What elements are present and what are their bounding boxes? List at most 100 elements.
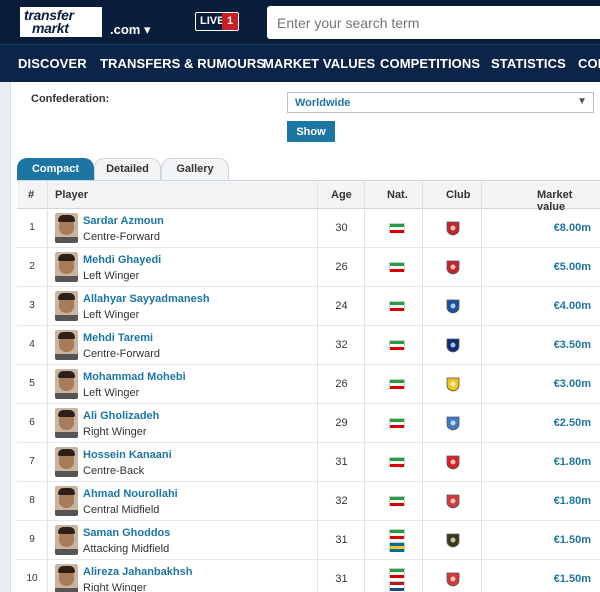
rank-number: 9 (29, 534, 35, 545)
club-crest-icon[interactable] (445, 493, 461, 509)
table-row: 3 Allahyar Sayyadmanesh Left Winger 24 €4.00… (17, 287, 600, 326)
player-age: 31 (335, 534, 348, 546)
player-name-link[interactable]: Ali Gholizadeh (83, 410, 159, 422)
player-name-link[interactable]: Alireza Jahanbakhsh (83, 566, 192, 578)
player-photo[interactable] (55, 291, 78, 321)
player-photo[interactable] (55, 213, 78, 243)
col-nat: Nat. (387, 189, 408, 201)
club-crest-icon[interactable] (445, 532, 461, 548)
market-value-link[interactable]: €4.00m (554, 300, 591, 312)
player-name-link[interactable]: Sardar Azmoun (83, 215, 164, 227)
player-name-link[interactable]: Saman Ghoddos (83, 527, 170, 539)
rank-number: 1 (29, 222, 35, 233)
tab-gallery[interactable]: Gallery (161, 158, 229, 180)
market-value-link[interactable]: €3.50m (554, 339, 591, 351)
player-photo[interactable] (55, 252, 78, 282)
rank-number: 5 (29, 378, 35, 389)
live-count-badge: 1 (222, 13, 238, 30)
transfermarkt-logo[interactable]: transfer markt (18, 5, 104, 39)
club-crest-icon[interactable] (445, 220, 461, 236)
player-name-link[interactable]: Mohammad Mohebi (83, 371, 186, 383)
live-button[interactable]: LIVE 1 (195, 12, 239, 31)
top-bar: transfer markt .com ▾ LIVE 1 (0, 0, 600, 44)
flag-iran-icon (389, 568, 405, 578)
flag-iran-icon (389, 529, 405, 539)
player-age: 30 (335, 222, 348, 234)
live-label: LIVE (200, 15, 225, 27)
confederation-value: Worldwide (295, 97, 351, 109)
market-value-link[interactable]: €3.00m (554, 378, 591, 390)
confederation-select[interactable]: Worldwide ▼ (287, 92, 594, 113)
club-crest-icon[interactable] (445, 259, 461, 275)
player-position: Centre-Forward (83, 348, 161, 360)
club-crest-icon[interactable] (445, 298, 461, 314)
search-input[interactable] (267, 6, 600, 39)
player-photo[interactable] (55, 447, 78, 477)
player-name-link[interactable]: Mehdi Taremi (83, 332, 153, 344)
rank-number: 6 (29, 417, 35, 428)
player-age: 24 (335, 300, 348, 312)
flag-sweden-icon (389, 542, 405, 552)
player-photo[interactable] (55, 486, 78, 516)
flag-iran-icon (389, 457, 405, 467)
player-name-link[interactable]: Mehdi Ghayedi (83, 254, 161, 266)
market-value-link[interactable]: €1.50m (554, 573, 591, 585)
club-crest-icon[interactable] (445, 415, 461, 431)
market-value-link[interactable]: €1.80m (554, 456, 591, 468)
col-player: Player (55, 189, 89, 201)
player-name-link[interactable]: Hossein Kanaani (83, 449, 172, 461)
player-photo[interactable] (55, 369, 78, 399)
table-row: 6 Ali Gholizadeh Right Winger 29 €2.50m (17, 404, 600, 443)
market-value-link[interactable]: €2.50m (554, 417, 591, 429)
domain-selector[interactable]: .com ▾ (110, 22, 150, 38)
nav-more[interactable]: COM (578, 56, 600, 71)
player-position: Central Midfield (83, 504, 160, 516)
table-row: 8 Ahmad Nourollahi Central Midfield 32 €1.80… (17, 482, 600, 521)
player-position: Left Winger (83, 309, 140, 321)
flag-iran-icon (389, 496, 405, 506)
table-row: 10 Alireza Jahanbakhsh Right Winger 31 €1.50… (17, 560, 600, 592)
rank-number: 2 (29, 261, 35, 272)
player-position: Left Winger (83, 270, 140, 282)
player-photo[interactable] (55, 525, 78, 555)
nav-transfers-rumours[interactable]: TRANSFERS & RUMOURS (100, 56, 265, 71)
nav-discover[interactable]: DISCOVER (18, 56, 87, 71)
show-button[interactable]: Show (287, 121, 335, 142)
table-row: 9 Saman Ghoddos Attacking Midfield 31 €1.50m (17, 521, 600, 560)
market-value-link[interactable]: €1.50m (554, 534, 591, 546)
rank-number: 3 (29, 300, 35, 311)
player-photo[interactable] (55, 330, 78, 360)
market-value-link[interactable]: €8.00m (554, 222, 591, 234)
flag-iran-icon (389, 223, 405, 233)
player-age: 29 (335, 417, 348, 429)
player-position: Right Winger (83, 426, 147, 438)
flag-iran-icon (389, 301, 405, 311)
col-club: Club (446, 189, 471, 201)
player-age: 31 (335, 456, 348, 468)
club-crest-icon[interactable] (445, 454, 461, 470)
tab-detailed[interactable]: Detailed (94, 158, 161, 180)
club-crest-icon[interactable] (445, 376, 461, 392)
nav-statistics[interactable]: STATISTICS (491, 56, 566, 71)
player-position: Centre-Forward (83, 231, 161, 243)
table-header: # Player Age Nat. Club Market value (17, 180, 600, 213)
player-name-link[interactable]: Allahyar Sayyadmanesh (83, 293, 210, 305)
player-position: Right Winger (83, 582, 147, 592)
player-photo[interactable] (55, 408, 78, 438)
player-photo[interactable] (55, 564, 78, 592)
club-crest-icon[interactable] (445, 571, 461, 587)
club-crest-icon[interactable] (445, 337, 461, 353)
player-age: 31 (335, 573, 348, 585)
market-value-link[interactable]: €5.00m (554, 261, 591, 273)
nav-competitions[interactable]: COMPETITIONS (380, 56, 480, 71)
rank-number: 10 (26, 573, 38, 584)
player-age: 26 (335, 378, 348, 390)
content-panel: Confederation: Worldwide ▼ Show Compact … (10, 82, 600, 592)
col-age: Age (331, 189, 352, 201)
player-name-link[interactable]: Ahmad Nourollahi (83, 488, 178, 500)
nav-market-values[interactable]: MARKET VALUES (263, 56, 375, 71)
tab-compact[interactable]: Compact (17, 158, 94, 180)
market-value-link[interactable]: €1.80m (554, 495, 591, 507)
rank-number: 8 (29, 495, 35, 506)
player-age: 32 (335, 495, 348, 507)
